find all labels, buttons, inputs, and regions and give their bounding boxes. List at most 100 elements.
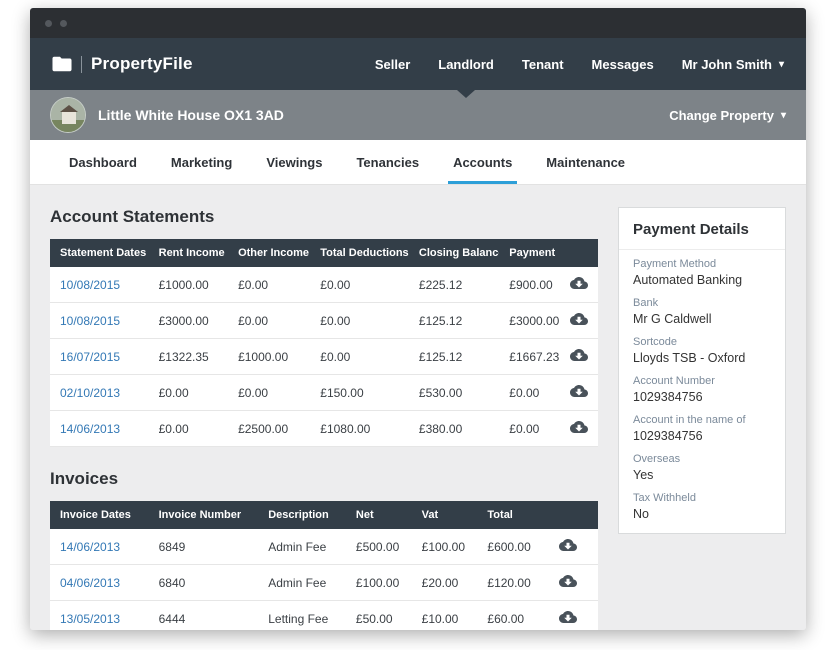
invoices-table-head: Invoice DatesInvoice NumberDescriptionNe…: [50, 501, 598, 529]
date-cell: 10/08/2015: [50, 303, 149, 339]
field-label: Account in the name of: [633, 414, 771, 426]
data-cell: £3000.00: [149, 303, 228, 339]
tab-marketing[interactable]: Marketing: [154, 140, 249, 184]
cloud-download-icon[interactable]: [559, 610, 577, 624]
date-link[interactable]: 13/05/2013: [60, 612, 120, 626]
data-cell: £125.12: [409, 339, 499, 375]
column-header: Rent Income: [149, 239, 228, 267]
payment-details-title: Payment Details: [619, 208, 785, 250]
statements-title: Account Statements: [50, 207, 598, 227]
tab-maintenance[interactable]: Maintenance: [529, 140, 642, 184]
folder-icon: [52, 56, 72, 72]
field-label: Overseas: [633, 453, 771, 465]
field-value: Lloyds TSB - Oxford: [633, 351, 771, 365]
tab-tenancies[interactable]: Tenancies: [339, 140, 436, 184]
table-row: 02/10/2013£0.00£0.00£150.00£530.00£0.00: [50, 375, 598, 411]
tab-dashboard[interactable]: Dashboard: [52, 140, 154, 184]
date-cell: 14/06/2013: [50, 529, 149, 565]
window-control-dot[interactable]: [60, 20, 67, 27]
invoices-title: Invoices: [50, 469, 598, 489]
data-cell: £1000.00: [149, 267, 228, 303]
data-cell: 6840: [149, 565, 259, 601]
field-value: Mr G Caldwell: [633, 312, 771, 326]
data-cell: £0.00: [149, 411, 228, 447]
tab-viewings[interactable]: Viewings: [249, 140, 339, 184]
data-cell: £380.00: [409, 411, 499, 447]
main-column: Account Statements Statement DatesRent I…: [50, 197, 598, 630]
download-cell: [538, 601, 598, 631]
date-cell: 14/06/2013: [50, 411, 149, 447]
payment-field: Account in the name of 1029384756: [619, 406, 785, 445]
cloud-download-icon[interactable]: [559, 574, 577, 588]
property-avatar: [50, 97, 86, 133]
date-link[interactable]: 10/08/2015: [60, 278, 120, 292]
cloud-download-icon[interactable]: [570, 276, 588, 290]
user-menu[interactable]: Mr John Smith ▾: [682, 57, 784, 72]
payment-field: Account Number1029384756: [619, 367, 785, 406]
change-property-label: Change Property: [669, 108, 774, 123]
field-label: Account Number: [633, 375, 771, 387]
brand-logo: PropertyFile: [52, 54, 193, 74]
date-link[interactable]: 04/06/2013: [60, 576, 120, 590]
column-header: Statement Dates: [50, 239, 149, 267]
payment-field: Overseas Yes: [619, 445, 785, 484]
column-header-download: [560, 239, 598, 267]
date-cell: 04/06/2013: [50, 565, 149, 601]
chevron-down-icon: ▾: [781, 110, 786, 121]
nav-item-seller[interactable]: Seller: [361, 38, 424, 90]
data-cell: £10.00: [412, 601, 478, 631]
nav-items: SellerLandlordTenantMessages: [361, 38, 668, 90]
chevron-down-icon: ▾: [779, 59, 784, 70]
cloud-download-icon[interactable]: [559, 538, 577, 552]
column-header: Invoice Dates: [50, 501, 149, 529]
date-link[interactable]: 02/10/2013: [60, 386, 120, 400]
cloud-download-icon[interactable]: [570, 312, 588, 326]
cloud-download-icon[interactable]: [570, 384, 588, 398]
data-cell: 6849: [149, 529, 259, 565]
column-header: Total: [477, 501, 537, 529]
date-link[interactable]: 16/07/2015: [60, 350, 120, 364]
table-row: 14/06/20136849Admin Fee£500.00£100.00£60…: [50, 529, 598, 565]
data-cell: £530.00: [409, 375, 499, 411]
nav-item-landlord[interactable]: Landlord: [424, 38, 508, 90]
tab-accounts[interactable]: Accounts: [436, 140, 529, 184]
field-value: Yes: [633, 468, 771, 482]
payment-field: Tax Withheld No: [619, 484, 785, 523]
cloud-download-icon[interactable]: [570, 420, 588, 434]
data-cell: £0.00: [499, 375, 559, 411]
nav-item-tenant[interactable]: Tenant: [508, 38, 578, 90]
change-property-button[interactable]: Change Property ▾: [669, 108, 786, 123]
payment-details-card: Payment Details Payment MethodAutomated …: [618, 207, 786, 534]
column-header: Net: [346, 501, 412, 529]
table-row: 14/06/2013£0.00£2500.00£1080.00£380.00£0…: [50, 411, 598, 447]
field-value: No: [633, 507, 771, 521]
window-control-dot[interactable]: [45, 20, 52, 27]
data-cell: £0.00: [228, 267, 310, 303]
field-label: Tax Withheld: [633, 492, 771, 504]
brand-name: PropertyFile: [91, 54, 193, 74]
data-cell: 6444: [149, 601, 259, 631]
data-cell: £60.00: [477, 601, 537, 631]
download-cell: [560, 411, 598, 447]
invoices-table: Invoice DatesInvoice NumberDescriptionNe…: [50, 501, 598, 630]
date-cell: 02/10/2013: [50, 375, 149, 411]
payment-fields: Payment MethodAutomated BankingBankMr G …: [619, 250, 785, 523]
data-cell: £900.00: [499, 267, 559, 303]
payment-field: SortcodeLloyds TSB - Oxford: [619, 328, 785, 367]
data-cell: £0.00: [310, 303, 409, 339]
date-link[interactable]: 14/06/2013: [60, 540, 120, 554]
field-value: 1029384756: [633, 429, 771, 443]
invoices-table-body: 14/06/20136849Admin Fee£500.00£100.00£60…: [50, 529, 598, 630]
tab-bar: DashboardMarketingViewingsTenanciesAccou…: [30, 140, 806, 185]
download-cell: [560, 303, 598, 339]
property-title: Little White House OX1 3AD: [98, 107, 284, 123]
nav-item-messages[interactable]: Messages: [578, 38, 668, 90]
cloud-download-icon[interactable]: [570, 348, 588, 362]
column-header: Closing Balance: [409, 239, 499, 267]
date-link[interactable]: 10/08/2015: [60, 314, 120, 328]
data-cell: £120.00: [477, 565, 537, 601]
data-cell: £600.00: [477, 529, 537, 565]
table-row: 16/07/2015£1322.35£1000.00£0.00£125.12£1…: [50, 339, 598, 375]
column-header: Invoice Number: [149, 501, 259, 529]
date-link[interactable]: 14/06/2013: [60, 422, 120, 436]
